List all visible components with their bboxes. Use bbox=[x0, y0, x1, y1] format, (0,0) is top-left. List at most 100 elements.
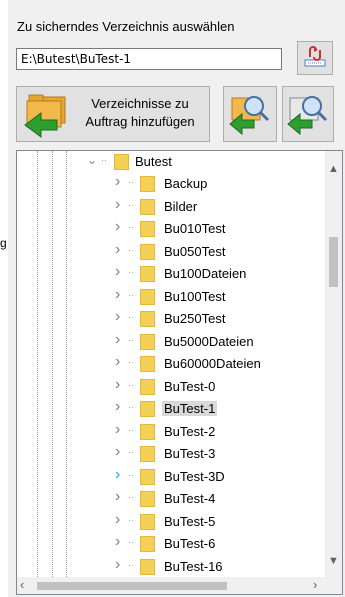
chevron-right-icon[interactable]: › bbox=[115, 331, 120, 349]
tree-item[interactable]: › ·· Bu100Dateien bbox=[17, 263, 311, 285]
tree-item[interactable]: › ·· BuTest-1 bbox=[17, 398, 311, 420]
scroll-up-icon[interactable]: ▲ bbox=[328, 163, 339, 175]
folder-icon bbox=[140, 288, 155, 305]
folder-icon bbox=[140, 356, 155, 372]
chevron-right-icon[interactable]: › bbox=[115, 286, 120, 304]
tree-dots: ·· bbox=[128, 177, 134, 187]
folder-icon bbox=[140, 536, 155, 552]
folder-icon bbox=[140, 468, 155, 485]
chevron-right-icon[interactable]: › bbox=[115, 466, 120, 484]
tree-item[interactable]: › ·· Bu250Test bbox=[17, 308, 311, 330]
add-folder-icon bbox=[23, 91, 71, 142]
tree-item-label: BuTest-0 bbox=[164, 378, 216, 394]
chevron-right-icon[interactable]: › bbox=[115, 421, 120, 439]
add-label-line-1: Verzeichnisse zu bbox=[91, 96, 189, 111]
tree-item[interactable]: › ·· Bu5000Dateien bbox=[17, 331, 311, 353]
chevron-right-icon[interactable]: › bbox=[115, 511, 120, 529]
add-directories-label: Verzeichnisse zu Auftrag hinzufügen bbox=[73, 95, 207, 131]
folder-icon bbox=[140, 378, 155, 395]
path-input[interactable] bbox=[16, 48, 282, 70]
tree-item-label: BuTest-3 bbox=[164, 446, 216, 461]
scroll-left-icon[interactable]: ‹ bbox=[20, 577, 24, 592]
left-edge-strip bbox=[0, 0, 8, 597]
chevron-right-icon[interactable]: › bbox=[115, 376, 120, 394]
tree-dots: ·· bbox=[101, 155, 107, 165]
tree-item[interactable]: › ·· BuTest-0 bbox=[17, 376, 311, 398]
folder-icon bbox=[140, 243, 155, 260]
tree-item[interactable]: › ·· Bilder bbox=[17, 196, 311, 218]
scrollbar-corner bbox=[325, 577, 342, 594]
tree-dots: ·· bbox=[128, 312, 134, 322]
search-folder-icon bbox=[286, 90, 330, 139]
search-folder-button-2[interactable] bbox=[282, 86, 334, 142]
tree-item-label: BuTest-5 bbox=[164, 513, 216, 529]
tree-dots: ·· bbox=[128, 222, 134, 232]
chevron-right-icon[interactable]: › bbox=[115, 308, 120, 326]
tree-dots: ·· bbox=[128, 402, 134, 412]
chevron-right-icon[interactable]: › bbox=[115, 241, 120, 259]
tree-item[interactable]: › ·· Bu050Test bbox=[17, 241, 311, 263]
chevron-right-icon[interactable]: › bbox=[115, 353, 120, 371]
tree-dots: ·· bbox=[128, 334, 134, 345]
tree-item-label: BuTest-1 bbox=[162, 401, 218, 416]
tree-root-item[interactable]: ⌄ ·· Butest bbox=[17, 151, 311, 173]
tree-dots: ·· bbox=[128, 244, 134, 255]
chevron-right-icon[interactable]: › bbox=[115, 173, 120, 191]
tree-item[interactable]: › ·· BuTest-5 bbox=[17, 511, 311, 533]
tree-item[interactable]: › ·· BuTest-6 bbox=[17, 533, 311, 555]
tree-item[interactable]: › ·· BuTest-2 bbox=[17, 421, 311, 443]
tree-dots: ·· bbox=[128, 267, 134, 277]
folder-icon bbox=[140, 311, 155, 327]
directory-tree[interactable]: ⌄ ·· Butest › ·· Backup › ·· Bilder › ·· Bu010Te… bbox=[16, 150, 343, 595]
chevron-right-icon[interactable]: › bbox=[115, 263, 120, 281]
scroll-right-icon[interactable]: › bbox=[313, 577, 317, 592]
tree-item[interactable]: › ·· Backup bbox=[17, 173, 311, 195]
tree-item-label: Bu60000Dateien bbox=[164, 356, 261, 371]
chevron-right-icon[interactable]: › bbox=[115, 488, 120, 506]
vertical-scrollbar[interactable]: ▲ ▼ bbox=[325, 151, 342, 579]
tree-item-label: Bu100Test bbox=[164, 288, 226, 304]
tree-item-label: Backup bbox=[164, 176, 208, 191]
horizontal-scroll-thumb[interactable] bbox=[37, 582, 227, 590]
tree-item-label: Bu100Dateien bbox=[164, 266, 247, 281]
tree-item[interactable]: › ·· Bu100Test bbox=[17, 286, 311, 308]
drive-sync-button[interactable] bbox=[297, 41, 333, 75]
folder-icon bbox=[140, 198, 155, 215]
tree-item[interactable]: › ·· BuTest-3 bbox=[17, 443, 311, 465]
tree-item[interactable]: › ·· Bu010Test bbox=[17, 218, 311, 240]
tree-item-label: BuTest-6 bbox=[164, 536, 216, 551]
folder-icon bbox=[140, 333, 155, 350]
tree-item[interactable]: › ·· Bu60000Dateien bbox=[17, 353, 311, 375]
tree-dots: ·· bbox=[128, 559, 134, 570]
tree-item-label: BuTest-2 bbox=[164, 423, 216, 439]
tree-dots: ·· bbox=[128, 379, 134, 390]
add-directories-button[interactable]: Verzeichnisse zu Auftrag hinzufügen bbox=[16, 86, 210, 142]
tree-item[interactable]: › ·· BuTest-16 bbox=[17, 556, 311, 578]
tree-item-label: BuTest-16 bbox=[164, 558, 223, 574]
tree-dots: ·· bbox=[128, 357, 134, 367]
folder-icon bbox=[140, 513, 155, 530]
search-folder-button-1[interactable] bbox=[223, 86, 277, 142]
search-folder-icon bbox=[228, 90, 272, 139]
chevron-right-icon[interactable]: › bbox=[115, 533, 120, 551]
chevron-right-icon[interactable]: › bbox=[115, 398, 120, 416]
chevron-down-icon[interactable]: ⌄ bbox=[87, 153, 97, 167]
chevron-right-icon[interactable]: › bbox=[115, 443, 120, 461]
vertical-scroll-thumb[interactable] bbox=[329, 237, 338, 287]
folder-icon bbox=[140, 558, 155, 575]
tree-dots: ·· bbox=[128, 289, 134, 300]
tree-root-label: Butest bbox=[135, 154, 172, 169]
horizontal-scrollbar[interactable]: ‹ › bbox=[17, 577, 327, 594]
drive-sync-icon bbox=[302, 45, 328, 72]
chevron-right-icon[interactable]: › bbox=[115, 218, 120, 236]
chevron-right-icon[interactable]: › bbox=[115, 556, 120, 574]
tree-dots: ·· bbox=[128, 469, 134, 480]
tree-item[interactable]: › ·· BuTest-3D bbox=[17, 466, 311, 488]
tree-item-label: BuTest-4 bbox=[164, 491, 216, 506]
tree-item-label: Bu250Test bbox=[164, 311, 226, 326]
chevron-right-icon[interactable]: › bbox=[115, 196, 120, 214]
tree-dots: ·· bbox=[128, 492, 134, 502]
folder-icon bbox=[114, 154, 129, 170]
scroll-down-icon[interactable]: ▼ bbox=[328, 555, 339, 567]
tree-item[interactable]: › ·· BuTest-4 bbox=[17, 488, 311, 510]
